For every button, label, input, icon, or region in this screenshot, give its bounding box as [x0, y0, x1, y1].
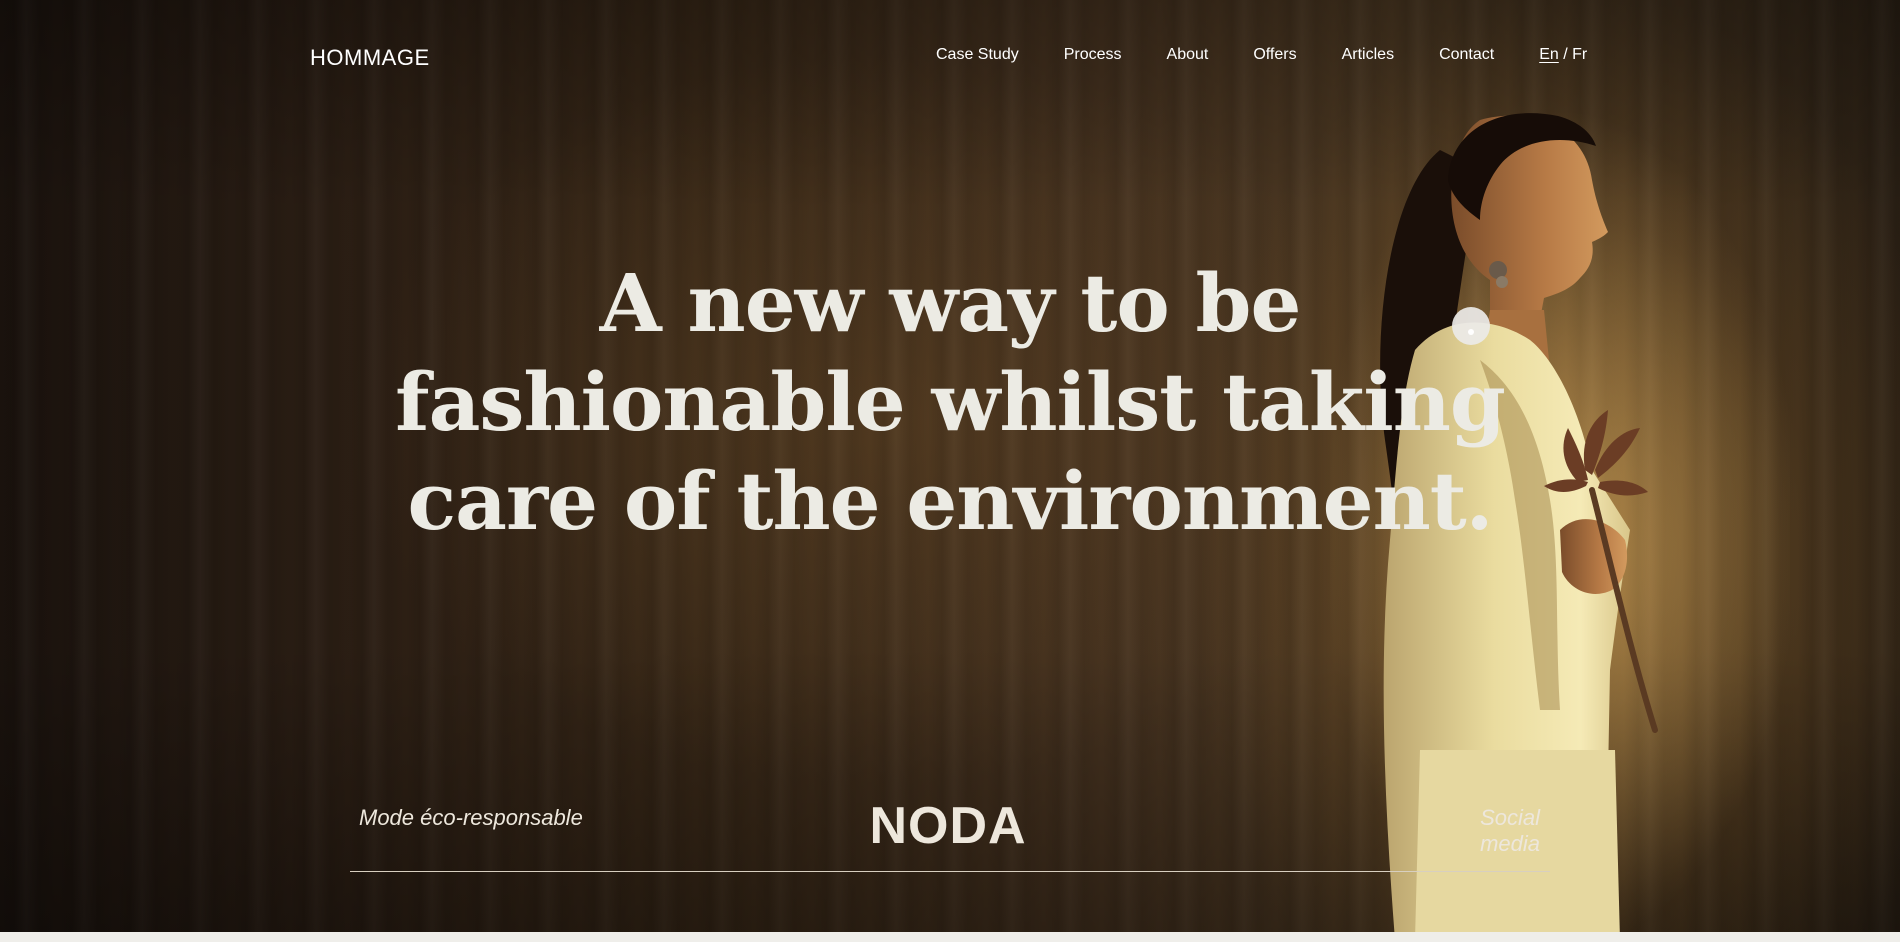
hero-headline-line-1: A new way to be	[599, 256, 1302, 350]
nav-item-case-study[interactable]: Case Study	[936, 46, 1019, 64]
hero-headline: A new way to be fashionable whilst takin…	[380, 254, 1520, 551]
hero-section: HOMMAGE Case Study Process About Offers …	[0, 0, 1900, 932]
hero-headline-line-3: care of the environment.	[407, 454, 1493, 548]
language-switcher: En / Fr	[1539, 46, 1587, 64]
language-en-link[interactable]: En	[1539, 46, 1559, 63]
nav-item-about[interactable]: About	[1167, 46, 1209, 64]
brand-logo[interactable]: HOMMAGE	[310, 45, 430, 71]
main-nav: Case Study Process About Offers Articles…	[936, 46, 1587, 64]
social-media-link[interactable]: Social media	[1420, 805, 1540, 857]
nav-item-articles[interactable]: Articles	[1342, 46, 1394, 64]
nav-item-offers[interactable]: Offers	[1253, 46, 1296, 64]
eco-tagline: Mode éco-responsable	[359, 805, 583, 830]
hero-headline-line-2: fashionable whilst taking	[395, 355, 1506, 449]
language-fr-link[interactable]: Fr	[1572, 46, 1587, 63]
noda-logo: NODA	[869, 797, 1027, 855]
divider-line	[350, 871, 1550, 872]
language-separator: /	[1558, 46, 1573, 63]
custom-cursor	[1452, 307, 1490, 345]
nav-item-contact[interactable]: Contact	[1439, 46, 1494, 64]
nav-item-process[interactable]: Process	[1064, 46, 1122, 64]
